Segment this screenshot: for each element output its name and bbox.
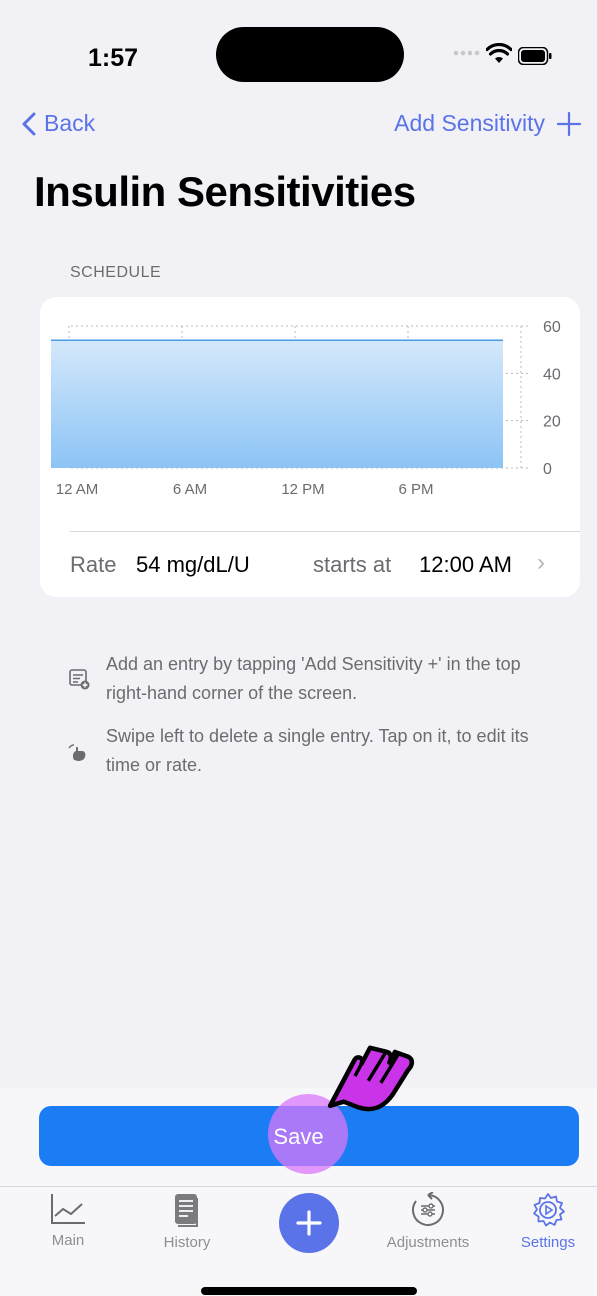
sensitivity-area [51, 340, 503, 468]
y-tick-label: 40 [543, 366, 561, 383]
pointing-hand-icon [327, 1045, 415, 1112]
add-sensitivity-button[interactable]: Add Sensitivity [394, 110, 581, 137]
tab-main-label: Main [51, 1232, 85, 1249]
gear-icon [533, 1193, 565, 1227]
y-tick-label: 20 [543, 414, 561, 431]
back-label: Back [44, 110, 96, 136]
signal-icon [453, 50, 480, 56]
chevron-left-icon [22, 112, 36, 135]
save-button-label: Save [273, 1124, 324, 1149]
chart-line-icon [51, 1194, 85, 1224]
wifi-icon [486, 43, 512, 63]
tab-settings-label: Settings [520, 1234, 576, 1251]
x-tick-label: 6 AM [173, 481, 207, 498]
starts-at-value: 12:00 AM [419, 552, 512, 577]
x-tick-label: 12 PM [281, 481, 324, 498]
plus-icon [296, 1210, 322, 1236]
schedule-section-header: SCHEDULE [70, 264, 162, 281]
swipe-hand-icon [68, 744, 86, 761]
add-entry-button[interactable] [279, 1193, 339, 1253]
schedule-card: 0 20 40 60 12 AM 6 AM 12 PM 6 PM Rate 54 mg/dL/… [40, 297, 580, 597]
status-time: 1:57 [88, 44, 139, 72]
home-indicator [201, 1287, 417, 1295]
row-divider [70, 531, 580, 532]
tab-history[interactable]: History [132, 1192, 242, 1251]
chevron-right-icon: › [537, 549, 545, 576]
back-button[interactable]: Back [22, 110, 95, 137]
x-tick-label: 6 PM [398, 481, 433, 498]
battery-icon [518, 47, 552, 65]
document-icon [175, 1194, 198, 1227]
page-title: Insulin Sensitivities [34, 168, 416, 215]
adjustments-icon [412, 1192, 444, 1226]
tab-settings[interactable]: Settings [493, 1192, 597, 1251]
y-tick-label: 60 [543, 319, 561, 336]
rate-label: Rate [70, 552, 117, 577]
list-add-icon [69, 669, 90, 690]
info-swipe-delete: Swipe left to delete a single entry. Tap… [106, 726, 529, 775]
plus-icon [557, 111, 581, 136]
info-add-entry: Add an entry by tapping 'Add Sensitivity… [106, 654, 521, 703]
tab-bar-divider [0, 1186, 597, 1187]
sensitivity-chart: 0 20 40 60 12 AM 6 AM 12 PM 6 PM [51, 319, 561, 498]
starts-at-label: starts at [313, 552, 392, 577]
tab-adjustments-label: Adjustments [386, 1234, 470, 1251]
x-tick-label: 12 AM [56, 481, 99, 498]
rate-value: 54 mg/dL/U [136, 552, 250, 577]
tab-main[interactable]: Main [13, 1192, 123, 1249]
y-tick-label: 0 [543, 461, 552, 478]
tab-adjustments[interactable]: Adjustments [373, 1192, 483, 1251]
dynamic-island [216, 27, 404, 82]
add-sensitivity-label: Add Sensitivity [394, 110, 545, 136]
tab-history-label: History [163, 1234, 211, 1251]
